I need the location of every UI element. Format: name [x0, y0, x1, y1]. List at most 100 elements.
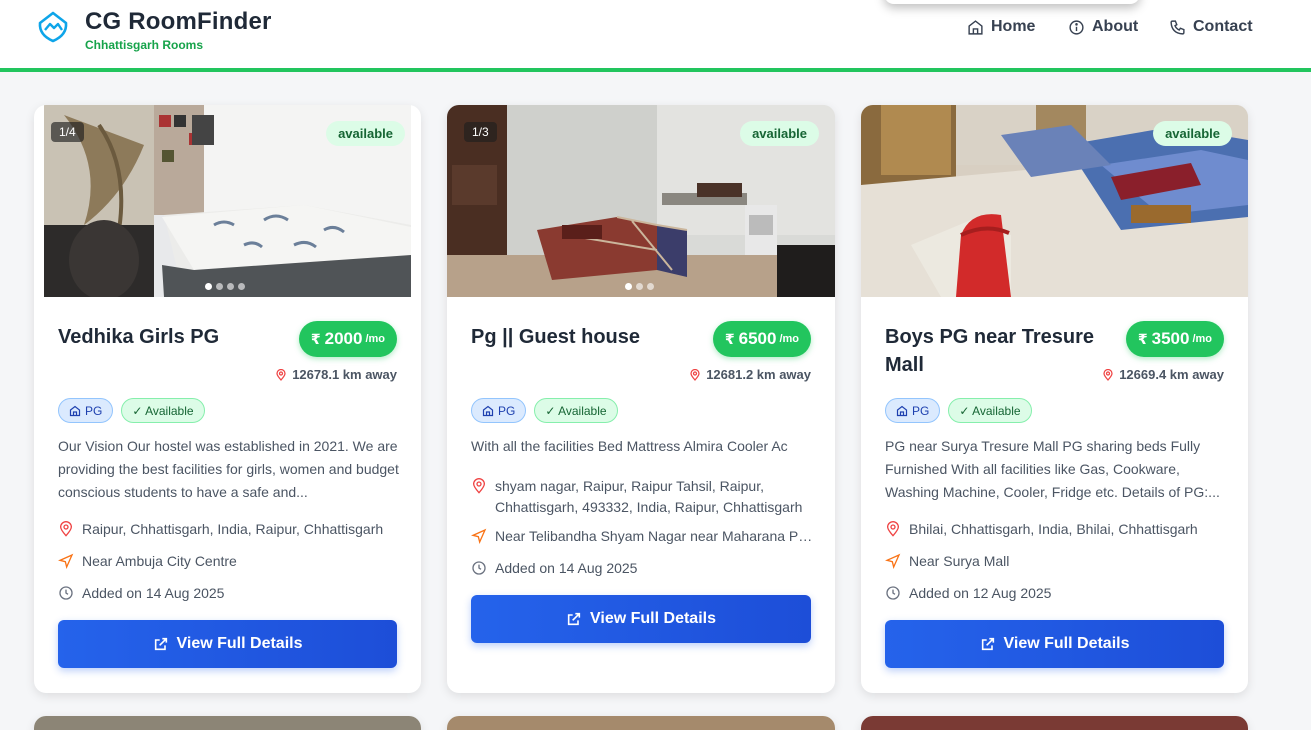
carousel-dot[interactable]: [625, 283, 632, 290]
landmark-text: Near Ambuja City Centre: [82, 553, 237, 569]
price-badge: ₹2000/mo: [298, 321, 397, 357]
home-icon: [896, 405, 908, 416]
listing-photo-carousel[interactable]: 1/4 available: [44, 105, 411, 297]
carousel-dot[interactable]: [205, 283, 212, 290]
clock-icon: [59, 586, 73, 600]
nav-home[interactable]: Home: [967, 18, 1035, 36]
price-value: 2000: [324, 329, 363, 348]
carousel-dot[interactable]: [636, 283, 643, 290]
nav-home-label: Home: [991, 18, 1036, 35]
tag-row: PG ✓ Available: [58, 398, 205, 423]
view-details-button[interactable]: View Full Details: [471, 595, 811, 643]
address-text: Raipur, Chhattisgarh, India, Raipur, Chh…: [82, 521, 384, 537]
navigation-icon: [58, 553, 74, 569]
distance-label: 12678.1 km away: [275, 367, 397, 382]
view-details-label: View Full Details: [176, 635, 303, 652]
listing-card-partial[interactable]: [34, 716, 421, 730]
currency-symbol: ₹: [724, 330, 735, 347]
external-link-icon: [567, 612, 581, 626]
landmark-row: Near Ambuja City Centre: [58, 551, 400, 572]
tag-row: PG ✓ Available: [885, 398, 1032, 423]
date-row: Added on 14 Aug 2025: [58, 583, 400, 604]
distance-label: 12681.2 km away: [689, 367, 811, 382]
currency-symbol: ₹: [1137, 330, 1148, 347]
listing-card[interactable]: 1/3 available Pg || Guest house ₹6500/mo…: [447, 105, 835, 693]
map-pin-icon: [1103, 368, 1113, 381]
listing-description: PG near Surya Tresure Mall PG sharing be…: [885, 438, 1220, 500]
image-counter: 1/3: [464, 122, 497, 142]
listing-card-partial[interactable]: [447, 716, 835, 730]
carousel-dots[interactable]: [625, 283, 654, 290]
nav-contact-label: Contact: [1193, 18, 1253, 35]
view-details-label: View Full Details: [590, 610, 716, 627]
brand-title[interactable]: CG RoomFinder: [85, 8, 272, 36]
date-text: Added on 14 Aug 2025: [495, 560, 638, 576]
carousel-dot[interactable]: [216, 283, 223, 290]
landmark-text: Near Surya Mall: [909, 553, 1010, 569]
listing-description: With all the facilities Bed Mattress Alm…: [471, 438, 788, 454]
nav-about[interactable]: About: [1068, 18, 1138, 36]
landmark-row: Near Surya Mall: [885, 551, 1227, 572]
external-link-icon: [154, 637, 167, 651]
listing-card[interactable]: available Boys PG near Tresure Mall ₹350…: [861, 105, 1248, 693]
landmark-row: Near Telibandha Shyam Nagar near Maharan…: [471, 526, 813, 547]
distance-text: 12669.4 km away: [1119, 367, 1224, 382]
listing-photo-carousel[interactable]: 1/3 available: [447, 105, 835, 297]
price-value: 6500: [738, 329, 777, 348]
top-header: CG RoomFinder Chhattisgarh Rooms Home Ab…: [0, 0, 1311, 72]
map-pin-icon: [886, 521, 900, 537]
status-badge: available: [326, 121, 405, 146]
nav-about-label: About: [1092, 18, 1139, 35]
home-icon: [69, 405, 81, 416]
phone-icon: [1170, 19, 1185, 35]
view-details-button[interactable]: View Full Details: [885, 620, 1224, 668]
map-pin-icon: [276, 368, 286, 381]
date-text: Added on 12 Aug 2025: [909, 585, 1052, 601]
image-counter: 1/4: [51, 122, 84, 142]
listing-card[interactable]: 1/4 available Vedhika Girls PG ₹2000/mo …: [34, 105, 421, 693]
date-text: Added on 14 Aug 2025: [82, 585, 225, 601]
type-tag-label: PG: [85, 403, 103, 418]
status-badge: available: [740, 121, 819, 146]
date-row: Added on 14 Aug 2025: [471, 558, 813, 579]
price-period: /mo: [1192, 333, 1212, 345]
address-text: Bhilai, Chhattisgarh, India, Bhilai, Chh…: [909, 521, 1198, 537]
availability-tag: ✓ Available: [948, 398, 1032, 423]
landmark-text: Near Telibandha Shyam Nagar near Maharan…: [495, 528, 813, 544]
clock-icon: [472, 561, 486, 575]
price-badge: ₹3500/mo: [1125, 321, 1224, 357]
nav-contact[interactable]: Contact: [1169, 18, 1253, 36]
carousel-dots[interactable]: [205, 283, 245, 290]
carousel-dot[interactable]: [238, 283, 245, 290]
map-pin-icon: [59, 521, 73, 537]
price-value: 3500: [1151, 329, 1190, 348]
status-badge: available: [1153, 121, 1232, 146]
listing-description: Our Vision Our hostel was established in…: [58, 438, 399, 500]
distance-text: 12681.2 km away: [706, 367, 811, 382]
info-icon: [1069, 19, 1084, 35]
logo-icon[interactable]: [36, 10, 70, 44]
home-icon: [482, 405, 494, 416]
clock-icon: [886, 586, 900, 600]
view-details-button[interactable]: View Full Details: [58, 620, 397, 668]
distance-text: 12678.1 km away: [292, 367, 397, 382]
view-details-label: View Full Details: [1003, 635, 1130, 652]
date-row: Added on 12 Aug 2025: [885, 583, 1227, 604]
map-pin-icon: [472, 478, 486, 494]
type-tag: PG: [58, 398, 114, 423]
carousel-dot[interactable]: [227, 283, 234, 290]
address-row: Bhilai, Chhattisgarh, India, Bhilai, Chh…: [885, 519, 1227, 540]
home-icon: [968, 19, 983, 35]
tag-row: PG ✓ Available: [471, 398, 618, 423]
availability-tag: ✓ Available: [534, 398, 618, 423]
address-row: Raipur, Chhattisgarh, India, Raipur, Chh…: [58, 519, 400, 540]
listing-title: Vedhika Girls PG: [58, 326, 220, 348]
listing-card-partial[interactable]: [861, 716, 1248, 730]
map-pin-icon: [690, 368, 700, 381]
brand-subtitle: Chhattisgarh Rooms: [85, 38, 204, 52]
listing-title: Boys PG near Tresure Mall: [885, 326, 1094, 376]
navigation-icon: [885, 553, 901, 569]
carousel-dot[interactable]: [647, 283, 654, 290]
external-link-icon: [981, 637, 994, 651]
listing-photo-carousel[interactable]: available: [861, 105, 1248, 297]
